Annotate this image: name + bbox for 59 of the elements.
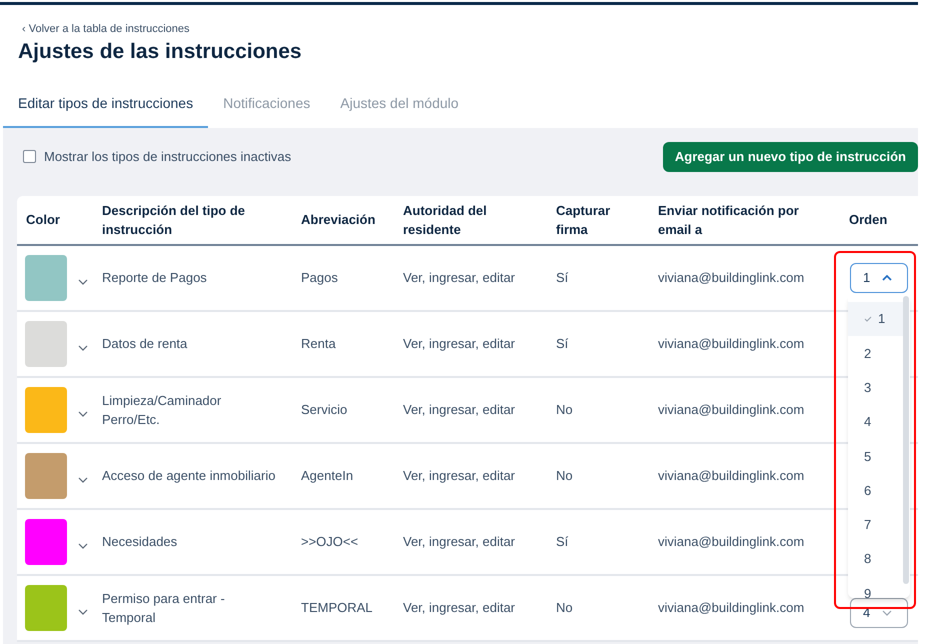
table-cell: No <box>556 402 573 417</box>
table-cell: viviana@buildinglink.com <box>658 468 804 483</box>
add-button[interactable]: Agregar un nuevo tipo de instrucción <box>662 142 918 172</box>
table-cell: AgenteIn <box>301 468 354 483</box>
table-cell: Sí <box>556 270 568 285</box>
table-cell: viviana@buildinglink.com <box>658 270 804 285</box>
column-header: Capturar firma <box>556 202 612 238</box>
table-cell-text: Reporte de Pagos <box>102 269 208 287</box>
table-cell: Sí <box>556 534 568 549</box>
back-link[interactable]: ‹ Volver a la tabla de instrucciones <box>22 21 190 38</box>
page-title: Ajustes de las instrucciones <box>17 38 303 64</box>
table-cell: viviana@buildinglink.com <box>658 336 804 351</box>
table-cell: Ver, ingresar, editar <box>403 270 516 285</box>
table-cell: Renta <box>301 336 336 351</box>
column-header: Autoridad del residente <box>403 202 488 238</box>
table-cell: Ver, ingresar, editar <box>403 402 516 417</box>
chevron-icon <box>78 542 88 548</box>
table-cell: Servicio <box>301 402 348 417</box>
column-header: Descripción del tipo de instrucción <box>102 202 246 238</box>
chevron-icon <box>78 410 88 416</box>
table-cell-text: Limpieza/Caminador Perro/Etc. <box>102 392 222 428</box>
table-cell: Ver, ingresar, editar <box>403 336 516 351</box>
dropdown-option[interactable]: 1 <box>848 302 903 336</box>
column-header: Enviar notificación por email a <box>658 202 800 238</box>
checkbox[interactable] <box>23 150 36 163</box>
chevron-icon <box>78 476 88 482</box>
table-cell: viviana@buildinglink.com <box>658 402 804 417</box>
column-header: Color <box>26 211 61 229</box>
table-cell: Ver, ingresar, editar <box>403 534 516 549</box>
color-swatch[interactable] <box>25 518 67 564</box>
table-cell: >>OJO<< <box>301 534 358 549</box>
table-cell-text: Acceso de agente inmobiliario <box>102 467 276 485</box>
caret-icon <box>882 274 892 280</box>
color-swatch[interactable] <box>25 584 67 630</box>
table-cell-text: Permiso para entrar - Temporal <box>102 590 226 626</box>
column-header: Abreviación <box>301 211 376 229</box>
table-cell: Sí <box>556 336 568 351</box>
chevron-icon <box>78 608 88 614</box>
caret-icon <box>882 610 892 616</box>
table-cell: No <box>556 600 573 615</box>
column-header: Orden <box>849 211 888 229</box>
chevron-icon <box>78 344 88 350</box>
table-cell-text: Datos de renta <box>102 335 188 353</box>
table-cell: Ver, ingresar, editar <box>403 468 516 483</box>
table-cell: viviana@buildinglink.com <box>658 600 804 615</box>
color-swatch[interactable] <box>25 254 67 300</box>
color-swatch[interactable] <box>25 452 67 498</box>
table-cell: No <box>556 468 573 483</box>
chevron-icon <box>78 278 88 284</box>
checkbox-label: Mostrar los tipos de instrucciones inactivas <box>44 148 292 166</box>
table-cell: Ver, ingresar, editar <box>403 600 516 615</box>
color-swatch[interactable] <box>25 386 67 432</box>
dropdown-option[interactable]: 9 <box>848 576 903 598</box>
order-select[interactable]: 1 <box>850 262 908 292</box>
table-cell-text: Necesidades <box>102 533 178 551</box>
color-swatch[interactable] <box>25 320 67 366</box>
table-cell: Pagos <box>301 270 338 285</box>
table-cell: viviana@buildinglink.com <box>658 534 804 549</box>
table-cell: TEMPORAL <box>301 600 373 615</box>
